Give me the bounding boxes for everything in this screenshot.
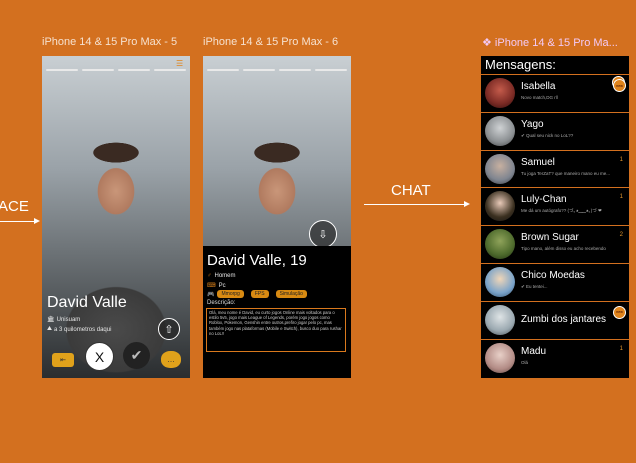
game-icon: 🎮	[207, 291, 215, 298]
chat-item-madu[interactable]: Madu Olá 1	[481, 338, 629, 377]
description-box: Olá, meu nome é David, eu curto jogos On…	[206, 308, 346, 352]
chat-preview: Tipo mano, além disso eu acho recebendo	[521, 246, 606, 252]
chat-bubble-icon: …	[167, 355, 175, 364]
description-title: Descrição:	[207, 300, 236, 306]
chat-item-zumbi-dos-jantares[interactable]: Zumbi dos jantares new	[481, 300, 629, 339]
arrow-head-icon	[34, 218, 40, 224]
chat-item-brown-sugar[interactable]: Brown Sugar Tipo mano, além disso eu ach…	[481, 225, 629, 263]
phone-frame-6: ⇩ David Valle, 19 ♂ Homem ⌨ Pc 🎮 Mmorpg …	[203, 56, 351, 378]
progress-bar	[118, 69, 150, 71]
chat-preview: Me dá um autógrafo?? (⁠づ⁠｡⁠◕⁠‿⁠‿⁠◕⁠｡⁠)⁠づ…	[521, 208, 602, 214]
gender-text: Homem	[214, 273, 236, 279]
frame-label-chat[interactable]: ❖ iPhone 14 & 15 Pro Ma...	[482, 36, 618, 49]
like-button[interactable]: ✔	[123, 342, 150, 369]
chat-name: Zumbi dos jantares	[521, 313, 607, 325]
progress-bar	[315, 69, 347, 71]
chat-name: Brown Sugar	[521, 232, 579, 244]
arrow-up-icon: ⇧	[164, 323, 174, 336]
story-progress-bars	[46, 69, 186, 71]
unread-count: 2	[619, 232, 623, 239]
rewind-icon: ⇤	[60, 357, 66, 364]
chat-preview: ✔ Eu tentei...	[521, 283, 548, 289]
flow-label-chat: CHAT	[391, 182, 431, 199]
tag-chip: Simulação	[275, 290, 307, 298]
chat-name: Luly-Chan	[521, 194, 567, 206]
progress-bar	[46, 69, 78, 71]
progress-bar	[279, 69, 311, 71]
close-icon: X	[94, 348, 105, 365]
unread-count: 1	[619, 345, 623, 352]
chat-name: Yago	[521, 118, 544, 130]
avatar	[485, 78, 515, 108]
progress-bar	[207, 69, 239, 71]
progress-bar	[154, 69, 186, 71]
new-badge-icon: new	[613, 305, 626, 319]
avatar	[485, 153, 515, 184]
chat-item-samuel[interactable]: Samuel Tu joga TerZaT? que maneiro mano …	[481, 149, 629, 188]
profile-name-age: David Valle, 19	[207, 252, 307, 269]
chat-screen: Mensagens: match Isabella Novo match,DG …	[481, 56, 629, 378]
chat-item-isabella[interactable]: Isabella Novo match,DG rll new	[481, 74, 629, 112]
gender-icon: ♂	[207, 273, 212, 279]
frame-label-5: iPhone 14 & 15 Pro Max - 5	[42, 36, 178, 48]
tag-chip: FPS	[250, 290, 269, 298]
flow-label-left: ACE	[0, 198, 29, 215]
avatar	[485, 342, 515, 373]
new-badge-icon: new	[613, 79, 626, 92]
tags-row: 🎮 Mmorpg FPS Simulação	[207, 290, 311, 298]
flow-arrow-left	[0, 221, 34, 222]
avatar	[485, 229, 515, 260]
check-icon: ✔	[130, 347, 143, 363]
platform-icon: ⌨	[207, 283, 216, 289]
chat-preview: Tu joga TerZaT? que maneiro mano eu me..…	[521, 170, 611, 176]
chat-name: Madu	[521, 345, 547, 357]
distance-row: ⛰ a 3 quilometros daqui	[47, 326, 111, 333]
expand-profile-button[interactable]: ⇧	[158, 318, 180, 340]
flow-arrow-chat	[364, 204, 464, 205]
avatar	[485, 191, 515, 222]
progress-bar	[243, 69, 275, 71]
menu-icon[interactable]: ☰	[176, 59, 185, 68]
unread-count: 1	[619, 156, 623, 163]
platform-text: Pc	[218, 282, 226, 289]
avatar	[485, 115, 515, 146]
profile-name: David Valle	[47, 294, 127, 311]
phone-frame-5: ☰ David Valle 🏛 Unisuam ⛰ a 3 quilometro…	[42, 56, 190, 378]
gender-row: ♂ Homem	[207, 273, 236, 279]
progress-bar	[82, 69, 114, 71]
chat-name: Isabella	[521, 81, 556, 92]
chat-bubble-button[interactable]: …	[161, 351, 181, 368]
avatar	[485, 304, 515, 335]
avatar	[485, 266, 515, 297]
location-icon: ⛰	[47, 326, 53, 332]
tag-chip: Mmorpg	[217, 290, 244, 298]
chat-preview: Novo match,DG rll	[521, 95, 558, 100]
chat-item-luly-chan[interactable]: Luly-Chan Me dá um autógrafo?? (⁠づ⁠｡⁠◕⁠‿…	[481, 187, 629, 225]
platform-row: ⌨ Pc	[207, 282, 226, 290]
chat-item-yago[interactable]: Yago ✔ Qual seu nick no LoL??	[481, 111, 629, 150]
story-progress-bars	[207, 69, 347, 71]
university-row: 🏛 Unisuam	[47, 316, 81, 324]
chat-item-chico-moedas[interactable]: Chico Moedas ✔ Eu tentei...	[481, 262, 629, 301]
chat-preview: ✔ Qual seu nick no LoL??	[521, 132, 574, 138]
arrow-down-icon: ⇩	[318, 228, 328, 241]
dislike-button[interactable]: X	[85, 342, 114, 371]
university-icon: 🏛	[47, 317, 55, 323]
distance-text: a 3 quilometros daqui	[54, 326, 112, 333]
university-text: Unisuam	[56, 316, 81, 323]
chat-name: Samuel	[521, 156, 555, 168]
frame-label-6: iPhone 14 & 15 Pro Max - 6	[203, 36, 339, 48]
chat-list: Isabella Novo match,DG rll new Yago ✔ Qu…	[481, 74, 629, 376]
unread-count: 1	[619, 194, 623, 201]
collapse-profile-button[interactable]: ⇩	[309, 220, 337, 248]
chat-title: Mensagens:	[485, 57, 556, 72]
chat-name: Chico Moedas	[521, 269, 585, 281]
rewind-button[interactable]: ⇤	[52, 353, 74, 367]
arrow-head-icon	[464, 201, 470, 207]
chat-preview: Olá	[521, 359, 529, 365]
